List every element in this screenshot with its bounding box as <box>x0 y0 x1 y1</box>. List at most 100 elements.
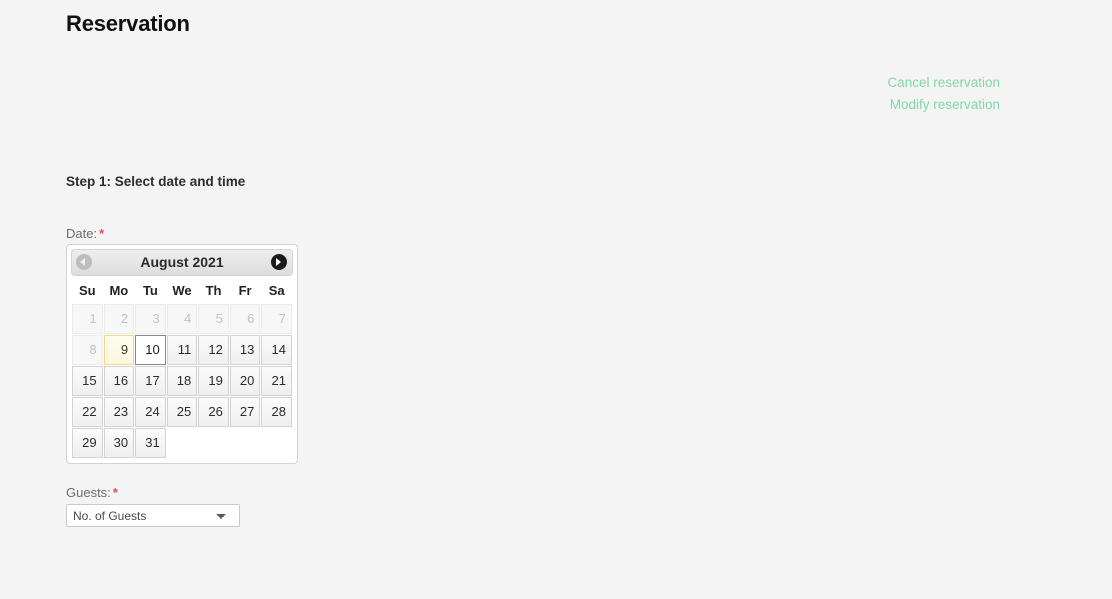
date-picker-title: August 2021 <box>140 254 224 270</box>
day-cell: 3 <box>135 304 166 334</box>
day-cell: 7 <box>261 304 292 334</box>
day-cell: 24 <box>135 397 166 427</box>
day-cell: 11 <box>166 335 198 365</box>
cancel-reservation-link[interactable]: Cancel reservation <box>887 72 1000 94</box>
day-cell <box>230 428 261 458</box>
date-label: Date: * <box>66 226 104 241</box>
day-cell: 12 <box>198 335 229 365</box>
day-16[interactable]: 16 <box>103 366 135 396</box>
day-8: 8 <box>72 335 103 365</box>
weekday-header: Sa <box>268 283 285 298</box>
week-row: 15 16 17 18 19 20 21 <box>72 366 292 396</box>
day-cell: 8 <box>72 335 103 365</box>
day-cell: 1 <box>72 304 103 334</box>
prev-month-icon[interactable] <box>75 253 94 272</box>
day-27[interactable]: 27 <box>229 397 261 427</box>
day-cell <box>261 428 292 458</box>
day-18[interactable]: 18 <box>166 366 198 396</box>
day-13[interactable]: 13 <box>229 335 261 365</box>
day-empty <box>230 428 261 458</box>
guests-label-text: Guests: <box>66 485 111 500</box>
weekday-header: Tu <box>142 283 158 298</box>
day-empty <box>261 428 292 458</box>
date-picker-grid: Su Mo Tu We Th Fr Sa 1 2 3 4 5 6 7 8 9 10 11 12 13 14… <box>71 278 293 459</box>
day-cell: 29 <box>72 428 103 458</box>
weekday-header-row: Su Mo Tu We Th Fr Sa <box>72 279 292 303</box>
day-28[interactable]: 28 <box>261 397 292 427</box>
day-cell: 30 <box>103 428 135 458</box>
day-31[interactable]: 31 <box>135 428 166 458</box>
guests-label: Guests: * <box>66 485 118 500</box>
day-cell: 14 <box>261 335 292 365</box>
day-14[interactable]: 14 <box>261 335 292 365</box>
day-20[interactable]: 20 <box>229 366 261 396</box>
day-cell: 26 <box>198 397 229 427</box>
date-label-text: Date: <box>66 226 98 241</box>
day-cell: 2 <box>103 304 135 334</box>
day-9[interactable]: 9 <box>103 335 135 365</box>
week-row: 29 30 31 <box>72 428 292 458</box>
day-4: 4 <box>166 304 198 334</box>
day-cell: 13 <box>229 335 261 365</box>
day-cell: 22 <box>72 397 103 427</box>
day-5: 5 <box>198 304 229 334</box>
day-15[interactable]: 15 <box>72 366 103 396</box>
day-29[interactable]: 29 <box>72 428 103 458</box>
day-12[interactable]: 12 <box>198 335 229 365</box>
weekday-header: We <box>172 283 192 298</box>
day-23[interactable]: 23 <box>103 397 135 427</box>
day-cell: 10 <box>135 335 166 365</box>
day-cell: 6 <box>229 304 261 334</box>
day-cell: 16 <box>103 366 135 396</box>
day-7: 7 <box>261 304 292 334</box>
guests-select[interactable]: No. of Guests <box>66 504 240 527</box>
day-21[interactable]: 21 <box>261 366 292 396</box>
day-6: 6 <box>229 304 261 334</box>
day-cell: 4 <box>166 304 198 334</box>
day-17[interactable]: 17 <box>135 366 166 396</box>
day-10[interactable]: 10 <box>135 335 166 365</box>
day-cell: 27 <box>229 397 261 427</box>
day-25[interactable]: 25 <box>166 397 198 427</box>
reservation-actions: Cancel reservation Modify reservation <box>887 72 1000 116</box>
date-picker-body: 1 2 3 4 5 6 7 8 9 10 11 12 13 14 15 16 17 18 19 20 21 22 23 24 2… <box>72 304 292 458</box>
week-row: 1234567 <box>72 304 292 334</box>
day-cell: 17 <box>135 366 166 396</box>
weekday-header: Su <box>78 283 96 298</box>
day-cell <box>167 428 198 458</box>
day-1: 1 <box>72 304 103 334</box>
day-cell: 18 <box>166 366 198 396</box>
day-cell: 19 <box>198 366 229 396</box>
step-heading: Step 1: Select date and time <box>66 174 246 189</box>
day-19[interactable]: 19 <box>198 366 229 396</box>
day-cell: 20 <box>229 366 261 396</box>
day-cell: 25 <box>166 397 198 427</box>
day-11[interactable]: 11 <box>166 335 198 365</box>
page-title: Reservation <box>66 11 190 36</box>
day-30[interactable]: 30 <box>103 428 135 458</box>
day-cell: 15 <box>72 366 103 396</box>
weekday-header: Th <box>205 283 222 298</box>
date-picker-header: August 2021 <box>71 249 293 276</box>
day-26[interactable]: 26 <box>198 397 229 427</box>
weekday-header: Fr <box>238 283 252 298</box>
date-picker[interactable]: August 2021 Su Mo Tu We Th Fr Sa 1234567… <box>66 244 298 464</box>
day-3: 3 <box>135 304 166 334</box>
day-cell <box>198 428 229 458</box>
day-cell: 28 <box>261 397 292 427</box>
day-cell: 31 <box>135 428 166 458</box>
week-row: 8 9 10 11 12 13 14 <box>72 335 292 365</box>
date-required-marker: * <box>99 226 105 241</box>
day-2: 2 <box>103 304 135 334</box>
day-empty <box>167 428 198 458</box>
day-cell: 23 <box>103 397 135 427</box>
week-row: 22 23 24 25 26 27 28 <box>72 397 292 427</box>
day-24[interactable]: 24 <box>135 397 166 427</box>
weekday-header: Mo <box>109 283 129 298</box>
day-empty <box>198 428 229 458</box>
day-cell: 21 <box>261 366 292 396</box>
day-cell: 9 <box>103 335 135 365</box>
next-month-icon[interactable] <box>270 253 289 272</box>
day-22[interactable]: 22 <box>72 397 103 427</box>
modify-reservation-link[interactable]: Modify reservation <box>887 94 1000 116</box>
